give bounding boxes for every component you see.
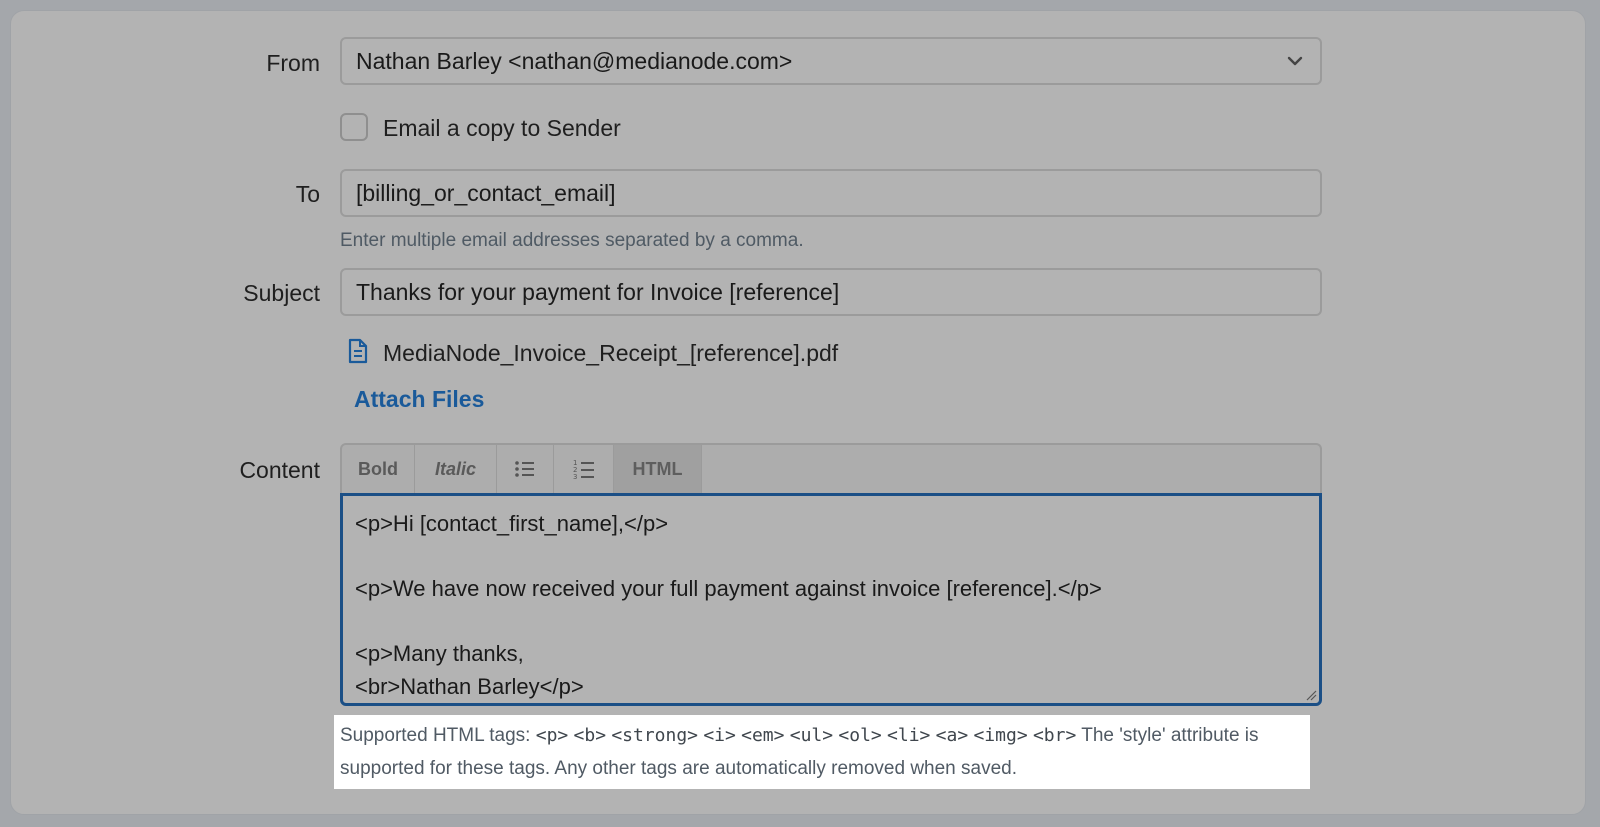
copy-sender-checkbox[interactable] bbox=[340, 113, 368, 141]
attach-files-link[interactable]: Attach Files bbox=[354, 386, 484, 413]
numbered-list-button[interactable]: 1 2 3 bbox=[554, 445, 614, 493]
tag-code: <strong> bbox=[611, 725, 699, 746]
tag-code: <img> bbox=[973, 725, 1028, 746]
editor-line: <p>Many thanks, bbox=[355, 641, 524, 667]
chevron-down-icon bbox=[1287, 56, 1303, 66]
to-help-text: Enter multiple email addresses separated… bbox=[340, 230, 804, 251]
numbered-list-icon: 1 2 3 bbox=[573, 459, 594, 480]
tag-code: <li> bbox=[887, 725, 931, 746]
copy-sender-label[interactable]: Email a copy to Sender bbox=[383, 115, 621, 142]
from-label: From bbox=[266, 50, 320, 76]
editor-line: <p>Hi [contact_first_name],</p> bbox=[355, 511, 669, 536]
editor-toolbar: Bold Italic 1 2 3 HTML bbox=[340, 443, 1322, 493]
tag-code: <b> bbox=[573, 725, 607, 746]
tag-code: <ol> bbox=[838, 725, 882, 746]
editor-line: <br>Nathan Barley</p> bbox=[355, 673, 584, 699]
attachment-file-name[interactable]: MediaNode_Invoice_Receipt_[reference].pd… bbox=[383, 340, 838, 367]
content-label: Content bbox=[239, 457, 320, 483]
html-mode-button[interactable]: HTML bbox=[614, 445, 702, 493]
resize-handle-icon[interactable] bbox=[1305, 689, 1317, 701]
italic-button[interactable]: Italic bbox=[415, 445, 497, 493]
supported-tags-note: Supported HTML tags: <p> <b> <strong> <i… bbox=[334, 715, 1310, 789]
content-textarea[interactable]: <p>Hi [contact_first_name],</p> <p>We ha… bbox=[340, 493, 1322, 706]
bold-button[interactable]: Bold bbox=[342, 445, 415, 493]
subject-input[interactable]: Thanks for your payment for Invoice [ref… bbox=[340, 268, 1322, 316]
to-label: To bbox=[295, 181, 320, 207]
from-select-value: Nathan Barley <nathan@medianode.com> bbox=[356, 48, 793, 74]
from-select[interactable]: Nathan Barley <nathan@medianode.com> bbox=[340, 37, 1322, 85]
to-input[interactable]: [billing_or_contact_email] bbox=[340, 169, 1322, 217]
note-prefix: Supported HTML tags: bbox=[340, 725, 531, 746]
subject-label: Subject bbox=[243, 280, 320, 306]
bullet-list-icon bbox=[515, 461, 534, 477]
svg-text:3: 3 bbox=[573, 473, 577, 480]
tag-code: <p> bbox=[535, 725, 569, 746]
bullet-list-button[interactable] bbox=[497, 445, 554, 493]
tag-code: <a> bbox=[935, 725, 969, 746]
tag-code: <em> bbox=[741, 725, 785, 746]
tag-code: <ul> bbox=[789, 725, 834, 746]
tag-code: <br> bbox=[1032, 725, 1077, 746]
editor-line: <p>We have now received your full paymen… bbox=[355, 576, 1102, 602]
document-icon bbox=[348, 338, 368, 364]
tag-code: <i> bbox=[703, 725, 736, 746]
